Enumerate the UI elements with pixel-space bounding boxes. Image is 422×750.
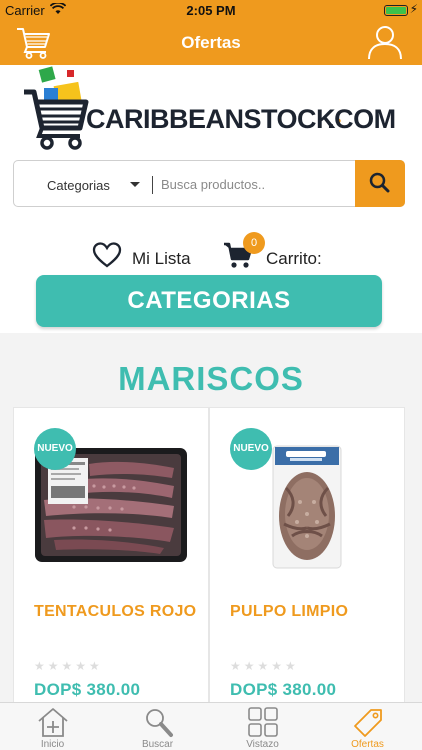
rating-stars: ★★★★★ — [34, 659, 103, 673]
tag-icon — [354, 709, 382, 737]
rating-stars: ★★★★★ — [230, 659, 299, 673]
product-price: DOP$ 380.00 — [230, 680, 337, 699]
status-bar: Carrier 2:05 PM ⚡ — [0, 0, 422, 20]
home-plus-icon — [38, 708, 68, 737]
clock: 2:05 PM — [186, 3, 236, 18]
tab-ofertas[interactable]: Ofertas — [315, 703, 420, 750]
page-title: Ofertas — [181, 33, 241, 52]
product-price: DOP$ 380.00 — [34, 680, 141, 699]
charging-icon: ⚡ — [409, 2, 418, 16]
categories-button[interactable]: CATEGORIAS — [36, 275, 382, 327]
heart-icon[interactable] — [92, 242, 122, 268]
cart-count-badge: 0 — [243, 232, 265, 254]
product-name[interactable]: TENTACULOS ROJO — [34, 602, 204, 621]
category-select[interactable]: Categorias — [47, 178, 110, 193]
nav-bar: Ofertas — [0, 20, 422, 65]
logo-wordmark: CARIBBEANSTOCK●.COM — [86, 104, 396, 134]
tab-label: Ofertas — [351, 739, 384, 750]
tab-label: Inicio — [40, 739, 65, 750]
cart-link[interactable]: Carrito: — [266, 249, 322, 269]
tab-label: Vistazo — [246, 739, 279, 750]
search-icon — [369, 172, 390, 193]
search-bar: Categorias — [13, 160, 405, 207]
search-button[interactable] — [355, 160, 405, 207]
product-name[interactable]: PULPO LIMPIO — [230, 602, 400, 621]
section-title: MARISCOS — [118, 360, 304, 397]
divider — [152, 176, 153, 194]
magnifier-icon — [146, 709, 173, 737]
search-input[interactable] — [161, 172, 351, 196]
chevron-down-icon[interactable] — [130, 182, 140, 187]
list-cart-row: Mi Lista 0 Carrito: — [0, 232, 422, 272]
product-image — [272, 445, 342, 569]
tab-vistazo[interactable]: Vistazo — [210, 703, 315, 750]
product-card[interactable]: NUEVO TENTACULOS ROJO ★★★★★ DOP$ 380.00 — [13, 407, 209, 703]
brand-logo: CARIBBEANSTOCK●.COM — [22, 66, 402, 154]
my-list-link[interactable]: Mi Lista — [132, 249, 191, 269]
tab-bar: Inicio Buscar Vistazo Ofertas — [0, 702, 422, 750]
tab-inicio[interactable]: Inicio — [0, 703, 105, 750]
product-card[interactable]: NUEVO PULPO LIMPIO ★★★★★ DOP$ 380.00 — [209, 407, 405, 703]
new-badge: NUEVO — [230, 428, 272, 470]
tab-label: Buscar — [141, 739, 174, 750]
battery-icon — [384, 5, 408, 16]
grid-icon — [248, 707, 278, 737]
tab-buscar[interactable]: Buscar — [105, 703, 210, 750]
new-badge: NUEVO — [34, 428, 76, 470]
user-icon[interactable] — [366, 23, 404, 61]
